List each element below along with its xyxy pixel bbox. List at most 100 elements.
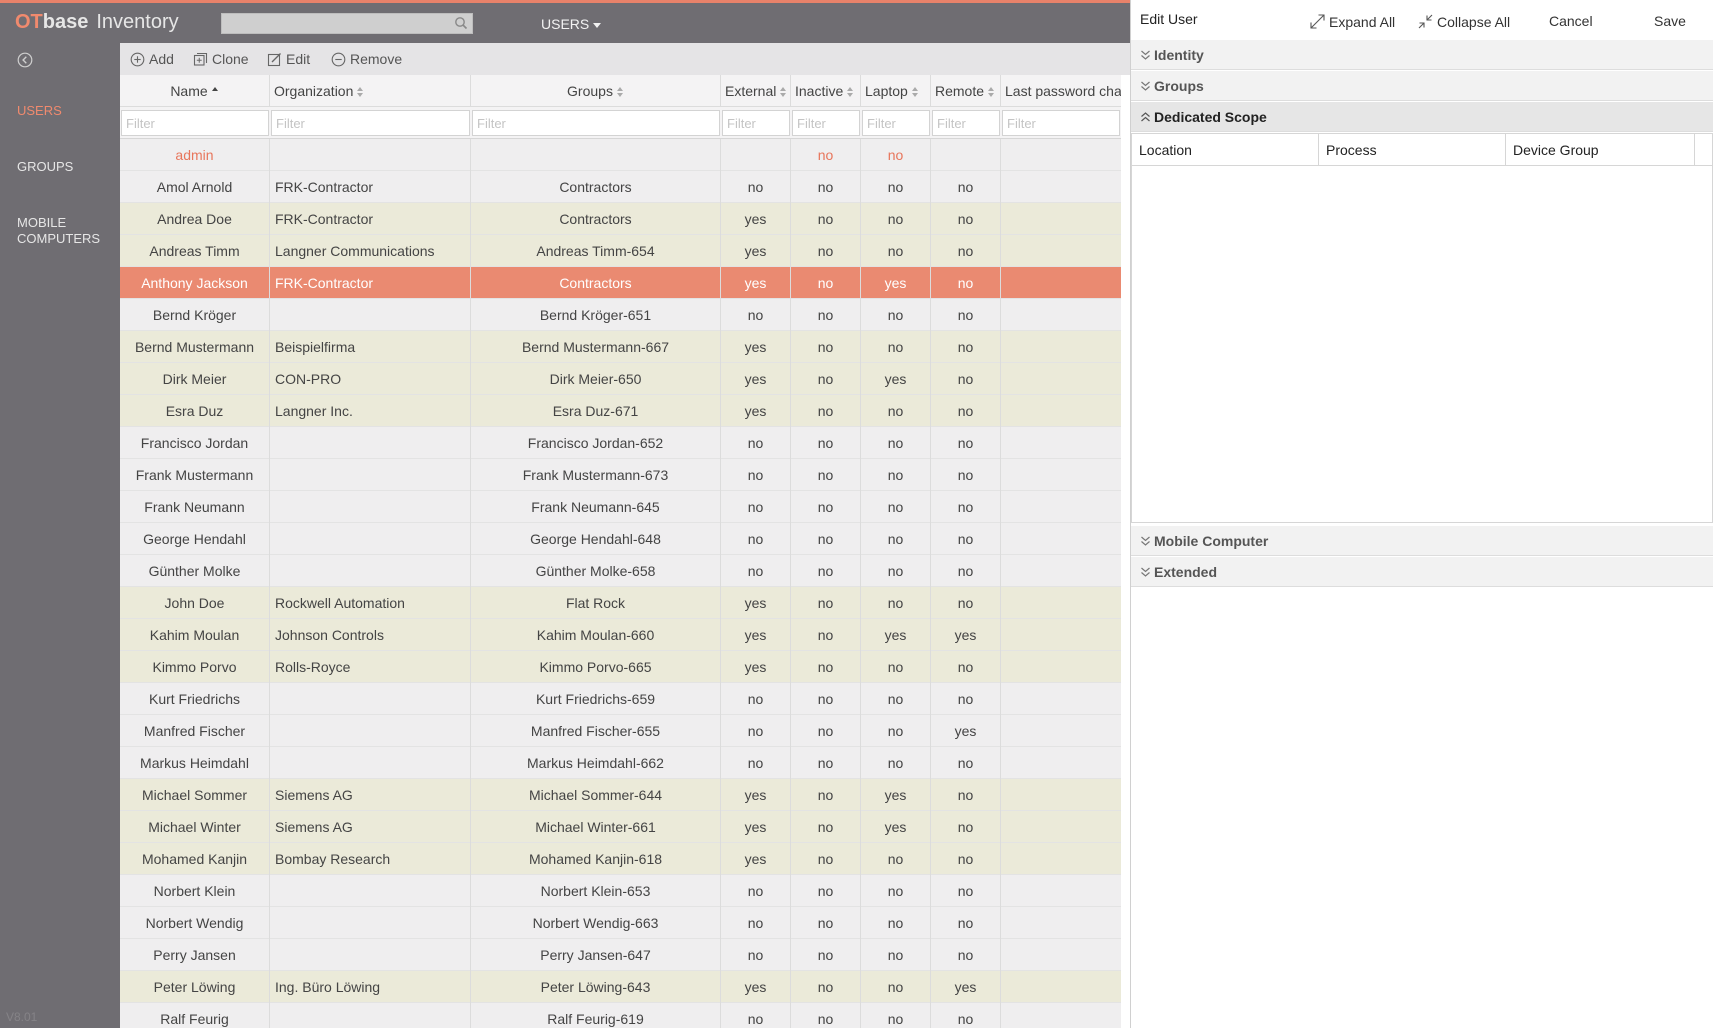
- table-row[interactable]: Andreas Timm Langner Communications Andrea…: [120, 235, 1121, 267]
- sidebar-item-groups[interactable]: GROUPS: [17, 159, 73, 175]
- table-row[interactable]: Michael Winter Siemens AG Michael Winter-6…: [120, 811, 1121, 843]
- section-extended[interactable]: Extended: [1131, 557, 1713, 587]
- cell-organization: Langner Communications: [270, 235, 471, 267]
- table-row[interactable]: Michael Sommer Siemens AG Michael Sommer-6…: [120, 779, 1121, 811]
- table-row[interactable]: Günther Molke Günther Molke-658 no no no no: [120, 555, 1121, 587]
- cell-remote: yes: [931, 715, 1001, 747]
- filter-input-laptop[interactable]: Filter: [862, 110, 930, 136]
- section-dedicated-scope[interactable]: Dedicated Scope: [1131, 102, 1713, 132]
- section-groups[interactable]: Groups: [1131, 71, 1713, 101]
- add-button[interactable]: Add: [130, 51, 174, 67]
- column-header-remote[interactable]: Remote: [931, 75, 1001, 107]
- logo-ot: OT: [15, 11, 43, 33]
- table-row[interactable]: Bernd Kröger Bernd Kröger-651 no no no no: [120, 299, 1121, 331]
- table-row[interactable]: Frank Mustermann Frank Mustermann-673 no no…: [120, 459, 1121, 491]
- filter-input-groups[interactable]: Filter: [472, 110, 720, 136]
- scope-column-device-group[interactable]: Device Group: [1506, 134, 1695, 166]
- section-identity[interactable]: Identity: [1131, 40, 1713, 70]
- cell-name: Perry Jansen: [120, 939, 270, 971]
- table-row[interactable]: Ralf Feurig Ralf Feurig-619 no no no no: [120, 1003, 1121, 1028]
- sidebar-item-users[interactable]: USERS: [17, 103, 62, 119]
- table-row[interactable]: Perry Jansen Perry Jansen-647 no no no no: [120, 939, 1121, 971]
- filter-input-external[interactable]: Filter: [722, 110, 790, 136]
- table-row[interactable]: Manfred Fischer Manfred Fischer-655 no no no…: [120, 715, 1121, 747]
- column-header-inactive[interactable]: Inactive: [791, 75, 861, 107]
- table-row[interactable]: Norbert Wendig Norbert Wendig-663 no no no no: [120, 907, 1121, 939]
- cell-groups: Dirk Meier-650: [471, 363, 721, 395]
- scope-table-header: Location Process Device Group: [1132, 134, 1712, 166]
- filter-input-inactive[interactable]: Filter: [792, 110, 860, 136]
- remove-button[interactable]: Remove: [331, 51, 402, 67]
- column-header-organization[interactable]: Organization: [270, 75, 471, 107]
- table-row[interactable]: Francisco Jordan Francisco Jordan-652 no no…: [120, 427, 1121, 459]
- table-row[interactable]: Esra Duz Langner Inc. Esra Duz-671 yes no no n…: [120, 395, 1121, 427]
- table-row[interactable]: Amol Arnold FRK-Contractor Contractors no no…: [120, 171, 1121, 203]
- cell-organization: [270, 427, 471, 459]
- filter-input-name[interactable]: Filter: [121, 110, 269, 136]
- filter-input-remote[interactable]: Filter: [932, 110, 1000, 136]
- cell-organization: Ing. Büro Löwing: [270, 971, 471, 1003]
- column-header-laptop[interactable]: Laptop: [861, 75, 931, 107]
- cell-external: yes: [721, 811, 791, 843]
- table-row[interactable]: Mohamed Kanjin Bombay Research Mohamed Kan…: [120, 843, 1121, 875]
- scope-column-location[interactable]: Location: [1132, 134, 1319, 166]
- cell-remote: no: [931, 939, 1001, 971]
- cell-inactive: no: [791, 363, 861, 395]
- table-row[interactable]: Kimmo Porvo Rolls-Royce Kimmo Porvo-665 yes…: [120, 651, 1121, 683]
- cell-inactive: no: [791, 587, 861, 619]
- table-row[interactable]: John Doe Rockwell Automation Flat Rock yes n…: [120, 587, 1121, 619]
- sidebar-item-mobile-computers[interactable]: MOBILE COMPUTERS: [17, 215, 100, 247]
- column-header-groups[interactable]: Groups: [471, 75, 721, 107]
- table-row[interactable]: admin no no: [120, 139, 1121, 171]
- app-logo[interactable]: OTbase Inventory: [15, 11, 179, 34]
- save-button[interactable]: Save: [1654, 13, 1686, 29]
- cell-last-password-change: [1001, 619, 1121, 651]
- cell-groups: Contractors: [471, 171, 721, 203]
- search-icon[interactable]: [454, 16, 468, 30]
- cancel-button[interactable]: Cancel: [1549, 13, 1593, 29]
- cell-inactive: no: [791, 971, 861, 1003]
- edit-button[interactable]: Edit: [267, 51, 310, 67]
- cell-name: John Doe: [120, 587, 270, 619]
- cell-laptop: no: [861, 139, 931, 171]
- table-row[interactable]: Andrea Doe FRK-Contractor Contractors yes no…: [120, 203, 1121, 235]
- cell-groups: Frank Neumann-645: [471, 491, 721, 523]
- table-row[interactable]: Norbert Klein Norbert Klein-653 no no no no: [120, 875, 1121, 907]
- scope-column-process[interactable]: Process: [1319, 134, 1506, 166]
- table-row[interactable]: Kurt Friedrichs Kurt Friedrichs-659 no no no…: [120, 683, 1121, 715]
- table-row[interactable]: Bernd Mustermann Beispielfirma Bernd Muste…: [120, 331, 1121, 363]
- table-row-selected[interactable]: Anthony Jackson FRK-Contractor Contractors…: [120, 267, 1121, 299]
- top-bar: OTbase Inventory USERS: [0, 0, 1130, 43]
- cell-remote: no: [931, 907, 1001, 939]
- column-header-last-password-change[interactable]: Last password cha: [1001, 75, 1121, 107]
- filter-input-last-password[interactable]: Filter: [1002, 110, 1120, 136]
- search-input[interactable]: [221, 13, 473, 34]
- table-row[interactable]: Peter Löwing Ing. Büro Löwing Peter Löwing…: [120, 971, 1121, 1003]
- cell-organization: FRK-Contractor: [270, 171, 471, 203]
- filter-input-organization[interactable]: Filter: [271, 110, 470, 136]
- cell-last-password-change: [1001, 715, 1121, 747]
- cell-name: Bernd Kröger: [120, 299, 270, 331]
- cell-last-password-change: [1001, 363, 1121, 395]
- add-label: Add: [149, 51, 174, 67]
- section-mobile-computer[interactable]: Mobile Computer: [1131, 526, 1713, 556]
- collapse-all-button[interactable]: Collapse All: [1417, 13, 1510, 30]
- cell-remote: no: [931, 267, 1001, 299]
- clone-button[interactable]: Clone: [193, 51, 249, 67]
- cell-inactive: no: [791, 203, 861, 235]
- cell-remote: no: [931, 363, 1001, 395]
- table-row[interactable]: Kahim Moulan Johnson Controls Kahim Moulan…: [120, 619, 1121, 651]
- cell-name: Ralf Feurig: [120, 1003, 270, 1028]
- cell-name: Mohamed Kanjin: [120, 843, 270, 875]
- table-row[interactable]: George Hendahl George Hendahl-648 no no no no: [120, 523, 1121, 555]
- users-menu-dropdown[interactable]: USERS: [541, 16, 602, 32]
- column-header-name[interactable]: Name: [120, 75, 270, 107]
- cell-last-password-change: [1001, 939, 1121, 971]
- table-row[interactable]: Dirk Meier CON-PRO Dirk Meier-650 yes no yes n…: [120, 363, 1121, 395]
- cell-external: yes: [721, 843, 791, 875]
- table-row[interactable]: Markus Heimdahl Markus Heimdahl-662 no no no…: [120, 747, 1121, 779]
- column-header-external[interactable]: External: [721, 75, 791, 107]
- expand-all-button[interactable]: Expand All: [1309, 13, 1395, 30]
- table-row[interactable]: Frank Neumann Frank Neumann-645 no no no no: [120, 491, 1121, 523]
- back-arrow-icon[interactable]: [17, 52, 33, 68]
